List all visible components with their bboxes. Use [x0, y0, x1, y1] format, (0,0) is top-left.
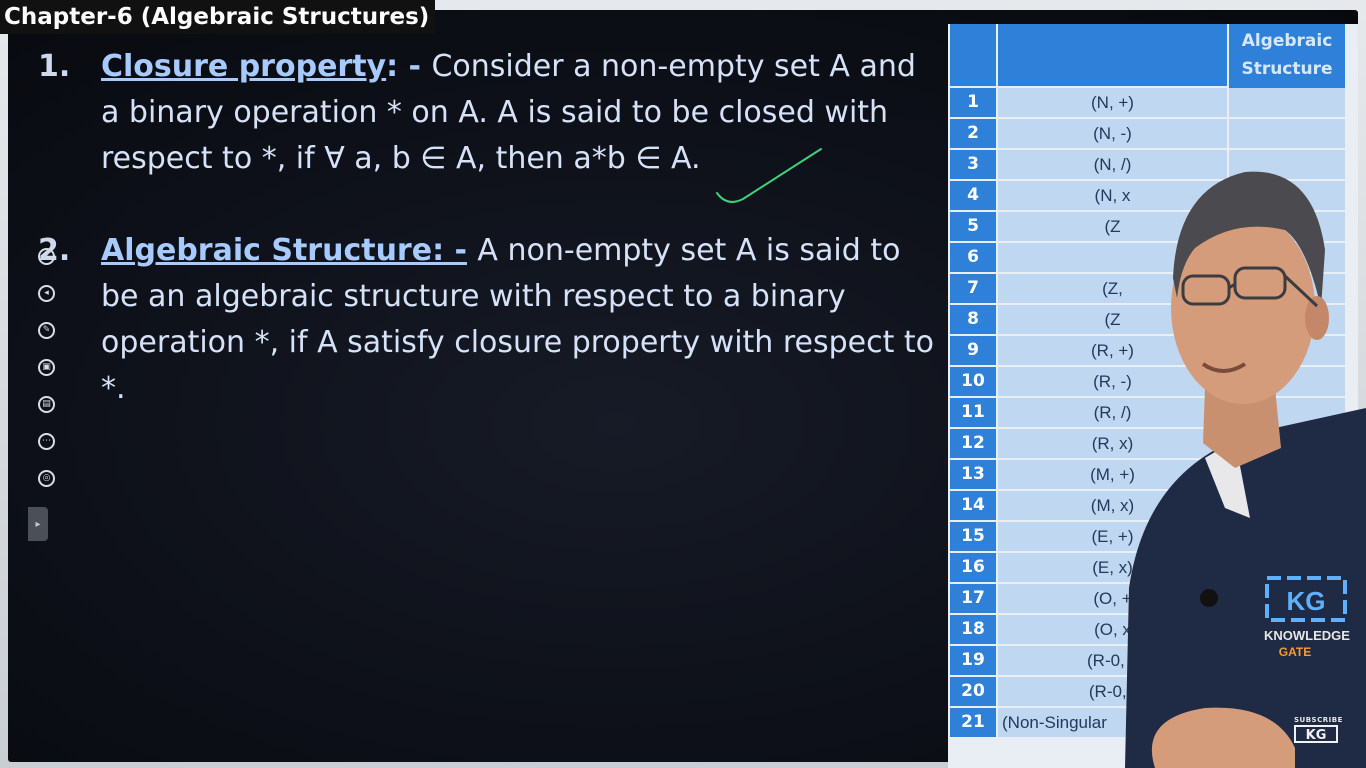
row-number: 6: [950, 243, 996, 272]
logo-kg-text: KG: [1287, 586, 1326, 616]
table-header-set: [998, 24, 1227, 86]
row-number: 14: [950, 491, 996, 520]
row-number: 5: [950, 212, 996, 241]
row-number: 20: [950, 677, 996, 706]
row-structure: [1229, 119, 1345, 148]
annotation-toolbar: ↖ ◂ ✎ ▣ ▤ ⋯ ◎: [38, 248, 64, 507]
table-row: 1 (N, +): [950, 88, 1346, 117]
logo-brand-line1: KNOWLEDGE: [1264, 628, 1350, 643]
term-separator: [467, 233, 477, 268]
presenter: KG KNOWLEDGE GATE: [1125, 171, 1366, 768]
row-number: 15: [950, 522, 996, 551]
subscribe-label: SUBSCRIBE: [1294, 716, 1343, 724]
image-icon[interactable]: ▤: [38, 396, 55, 413]
table-row: 2 (N, -): [950, 119, 1346, 148]
row-number: 18: [950, 615, 996, 644]
logo-brand-line2: GATE: [1279, 645, 1311, 659]
pointer-tool-icon[interactable]: ↖: [38, 248, 55, 265]
screenshot-icon[interactable]: ▣: [38, 359, 55, 376]
row-number: 16: [950, 553, 996, 582]
row-number: 12: [950, 429, 996, 458]
row-set: (N, +): [998, 88, 1227, 117]
row-number: 7: [950, 274, 996, 303]
subscribe-button[interactable]: SUBSCRIBE KG: [1294, 716, 1343, 743]
row-number: 8: [950, 305, 996, 334]
row-set: (N, -): [998, 119, 1227, 148]
back-arrow-icon[interactable]: ◂: [38, 285, 55, 302]
row-number: 19: [950, 646, 996, 675]
term-separator: : -: [386, 49, 432, 84]
table-header-number: [950, 24, 996, 86]
subscribe-logo: KG: [1294, 725, 1338, 743]
item-number: 1.: [38, 49, 71, 84]
more-icon[interactable]: ⋯: [38, 433, 55, 450]
row-number: 13: [950, 460, 996, 489]
term-closure-property: Closure property: [101, 49, 387, 84]
row-number: 1: [950, 88, 996, 117]
row-number: 9: [950, 336, 996, 365]
green-checkmark-annotation: [716, 148, 822, 203]
row-number: 3: [950, 150, 996, 179]
row-number: 10: [950, 367, 996, 396]
toolbar-collapse-handle[interactable]: ▸: [28, 507, 48, 541]
row-number: 17: [950, 584, 996, 613]
row-structure: [1229, 88, 1345, 117]
definition-algebraic-structure: 2. Algebraic Structure: - A non-empty se…: [38, 228, 938, 412]
row-number: 11: [950, 398, 996, 427]
chapter-title: Chapter-6 (Algebraic Structures): [0, 0, 436, 34]
row-number: 2: [950, 119, 996, 148]
term-algebraic-structure: Algebraic Structure: -: [101, 233, 467, 268]
row-number: 21: [950, 708, 996, 737]
monitor-frame: 1. Closure property: - Consider a non-em…: [0, 0, 1366, 768]
web-icon[interactable]: ◎: [38, 470, 55, 487]
table-header-algebraic-structure: Algebraic Structure: [1229, 24, 1345, 89]
row-number: 4: [950, 181, 996, 210]
pen-icon[interactable]: ✎: [38, 322, 55, 339]
